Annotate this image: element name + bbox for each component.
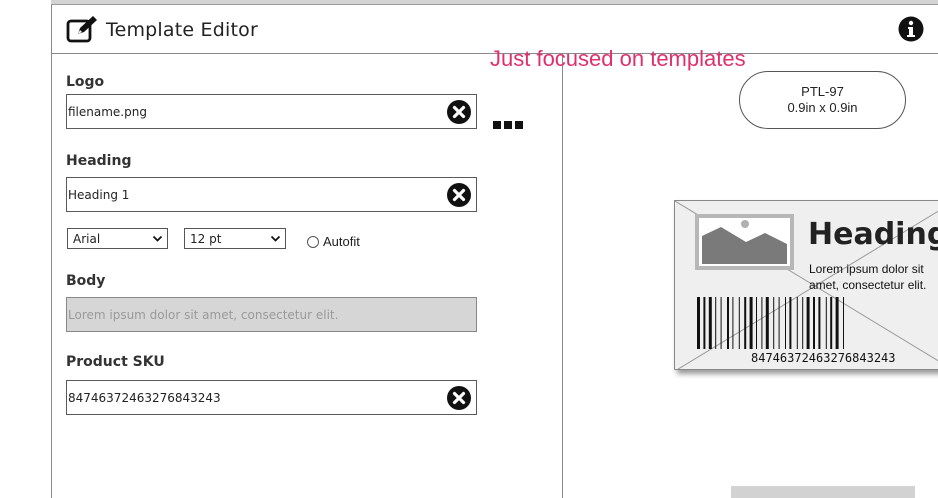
barcode-bar	[785, 297, 786, 349]
barcode	[697, 297, 844, 349]
bottom-button[interactable]	[731, 486, 915, 498]
more-dots-icon[interactable]	[493, 121, 523, 130]
label-sku: 84746372463276843243	[751, 351, 896, 365]
barcode-bar	[806, 297, 810, 349]
autofit-label: Autofit	[323, 234, 360, 249]
barcode-bar	[778, 297, 780, 349]
panel-divider	[562, 54, 563, 498]
barcode-bar	[765, 297, 769, 349]
annotation-note: Just focused on templates	[490, 46, 746, 71]
chevron-down-icon	[270, 235, 281, 242]
font-select-value: Arial	[73, 232, 101, 246]
size-select-value: 12 pt	[190, 232, 222, 246]
barcode-bar	[756, 297, 757, 349]
barcode-bar	[708, 297, 712, 349]
barcode-bar	[789, 297, 792, 349]
barcode-bar	[830, 297, 833, 349]
body-label: Body	[66, 273, 106, 289]
barcode-bar	[715, 297, 717, 349]
barcode-bar	[744, 297, 747, 349]
barcode-bar	[835, 297, 839, 349]
template-size-pill[interactable]: PTL-97 0.9in x 0.9in	[739, 71, 906, 129]
barcode-bar	[802, 297, 804, 349]
sku-label: Product SKU	[66, 354, 165, 370]
close-circle-icon[interactable]	[447, 183, 471, 207]
sku-field[interactable]	[66, 380, 477, 415]
close-circle-icon[interactable]	[447, 100, 471, 124]
heading-label: Heading	[66, 153, 132, 169]
barcode-bar	[825, 297, 827, 349]
chevron-down-icon	[152, 235, 163, 242]
heading-input[interactable]	[67, 178, 427, 211]
barcode-bar	[843, 297, 844, 349]
barcode-bar	[727, 297, 729, 349]
image-placeholder-icon	[695, 214, 794, 270]
body-field[interactable]	[66, 297, 477, 332]
autofit-radio[interactable]	[307, 236, 319, 248]
size-select[interactable]: 12 pt	[184, 228, 286, 249]
barcode-bar	[761, 297, 763, 349]
logo-field[interactable]	[66, 94, 477, 129]
barcode-bar	[818, 297, 821, 349]
logo-input[interactable]	[67, 95, 427, 128]
barcode-bar	[749, 297, 753, 349]
page-title: Template Editor	[106, 19, 258, 41]
heading-field[interactable]	[66, 177, 477, 212]
font-select[interactable]: Arial	[67, 228, 168, 249]
left-border	[51, 5, 52, 498]
close-circle-icon[interactable]	[447, 386, 471, 410]
logo-label: Logo	[66, 74, 105, 90]
barcode-bar	[697, 297, 700, 349]
barcode-bar	[720, 297, 722, 349]
label-heading: Heading	[808, 217, 938, 252]
template-code: PTL-97	[801, 84, 844, 99]
barcode-bar	[703, 297, 706, 349]
template-dimensions: 0.9in x 0.9in	[787, 100, 858, 115]
edit-icon	[66, 16, 97, 43]
barcode-bar	[773, 297, 775, 349]
label-body: Lorem ipsum dolor sit amet, consectetur …	[809, 262, 927, 292]
barcode-bar	[796, 297, 798, 349]
sku-input[interactable]	[67, 381, 427, 414]
barcode-bar	[732, 297, 734, 349]
label-preview: Heading Lorem ipsum dolor sit amet, cons…	[674, 200, 938, 370]
body-input[interactable]	[67, 298, 427, 331]
info-icon[interactable]	[898, 16, 924, 42]
barcode-bar	[738, 297, 740, 349]
barcode-bar	[813, 297, 815, 349]
